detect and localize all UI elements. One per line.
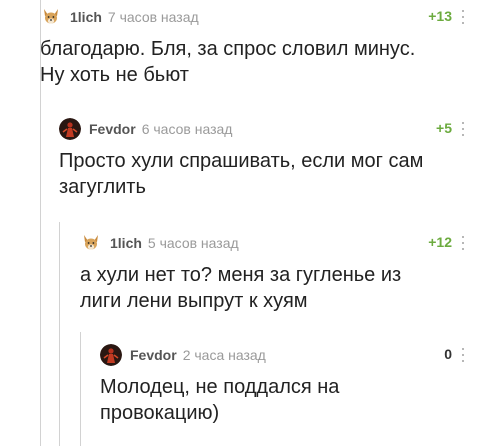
more-options-icon[interactable]: [460, 348, 466, 362]
comment-text: Молодец, не поддался на провокацию): [100, 374, 466, 426]
comment-header: Fevdor 6 часов назад +5: [59, 118, 466, 140]
comment-time[interactable]: 6 часов назад: [142, 121, 233, 137]
red-figure-avatar-icon[interactable]: [100, 344, 122, 366]
comment: 1lich 5 часов назад +12 а хули нет то? м…: [80, 232, 466, 314]
comment: Fevdor 6 часов назад +5 Просто хули спра…: [59, 118, 466, 200]
corgi-avatar-icon[interactable]: [40, 6, 62, 28]
more-options-icon[interactable]: [460, 122, 466, 136]
comment-author[interactable]: Fevdor: [89, 121, 136, 137]
comment-text-line: а хули нет то? меня за гугленье из: [80, 264, 402, 286]
comment-author[interactable]: 1lich: [110, 235, 142, 251]
comment-author[interactable]: Fevdor: [130, 347, 177, 363]
comment-text-line: благодарю. Бля, за спрос словил минус.: [40, 38, 416, 60]
comment-rating: +12: [428, 234, 452, 250]
comment-time[interactable]: 5 часов назад: [148, 235, 239, 251]
comment-text-line: Ну хоть не бьют: [40, 64, 189, 86]
comment-rating: 0: [444, 346, 452, 362]
comment-rating: +5: [436, 120, 452, 136]
comment-text-line: Молодец, не поддался на: [100, 376, 340, 398]
comment-text: Просто хули спрашивать, если мог сам заг…: [59, 148, 466, 200]
red-figure-avatar-icon[interactable]: [59, 118, 81, 140]
comment-time[interactable]: 2 часа назад: [183, 347, 266, 363]
comment: 1lich 7 часов назад +13 благодарю. Бля, …: [40, 6, 466, 88]
more-options-icon[interactable]: [460, 236, 466, 250]
corgi-avatar-icon[interactable]: [80, 232, 102, 254]
comment-text-line: загуглить: [59, 176, 146, 198]
comment-text: а хули нет то? меня за гугленье из лиги …: [80, 262, 466, 314]
comment-rating: +13: [428, 8, 452, 24]
thread-line-level-3[interactable]: [80, 332, 81, 446]
comment: Fevdor 2 часа назад 0 Молодец, не поддал…: [100, 344, 466, 426]
comment-text-line: лиги лени выпрут к хуям: [80, 290, 308, 312]
comment-text-line: провокацию): [100, 402, 220, 424]
comment-header: 1lich 5 часов назад +12: [80, 232, 466, 254]
more-options-icon[interactable]: [460, 10, 466, 24]
thread-line-level-2[interactable]: [59, 222, 60, 446]
comment-author[interactable]: 1lich: [70, 9, 102, 25]
comment-text-line: Просто хули спрашивать, если мог сам: [59, 150, 424, 172]
comment-header: Fevdor 2 часа назад 0: [100, 344, 466, 366]
comment-time[interactable]: 7 часов назад: [108, 9, 199, 25]
comment-header: 1lich 7 часов назад +13: [40, 6, 466, 28]
comment-text: благодарю. Бля, за спрос словил минус. Н…: [40, 36, 466, 88]
